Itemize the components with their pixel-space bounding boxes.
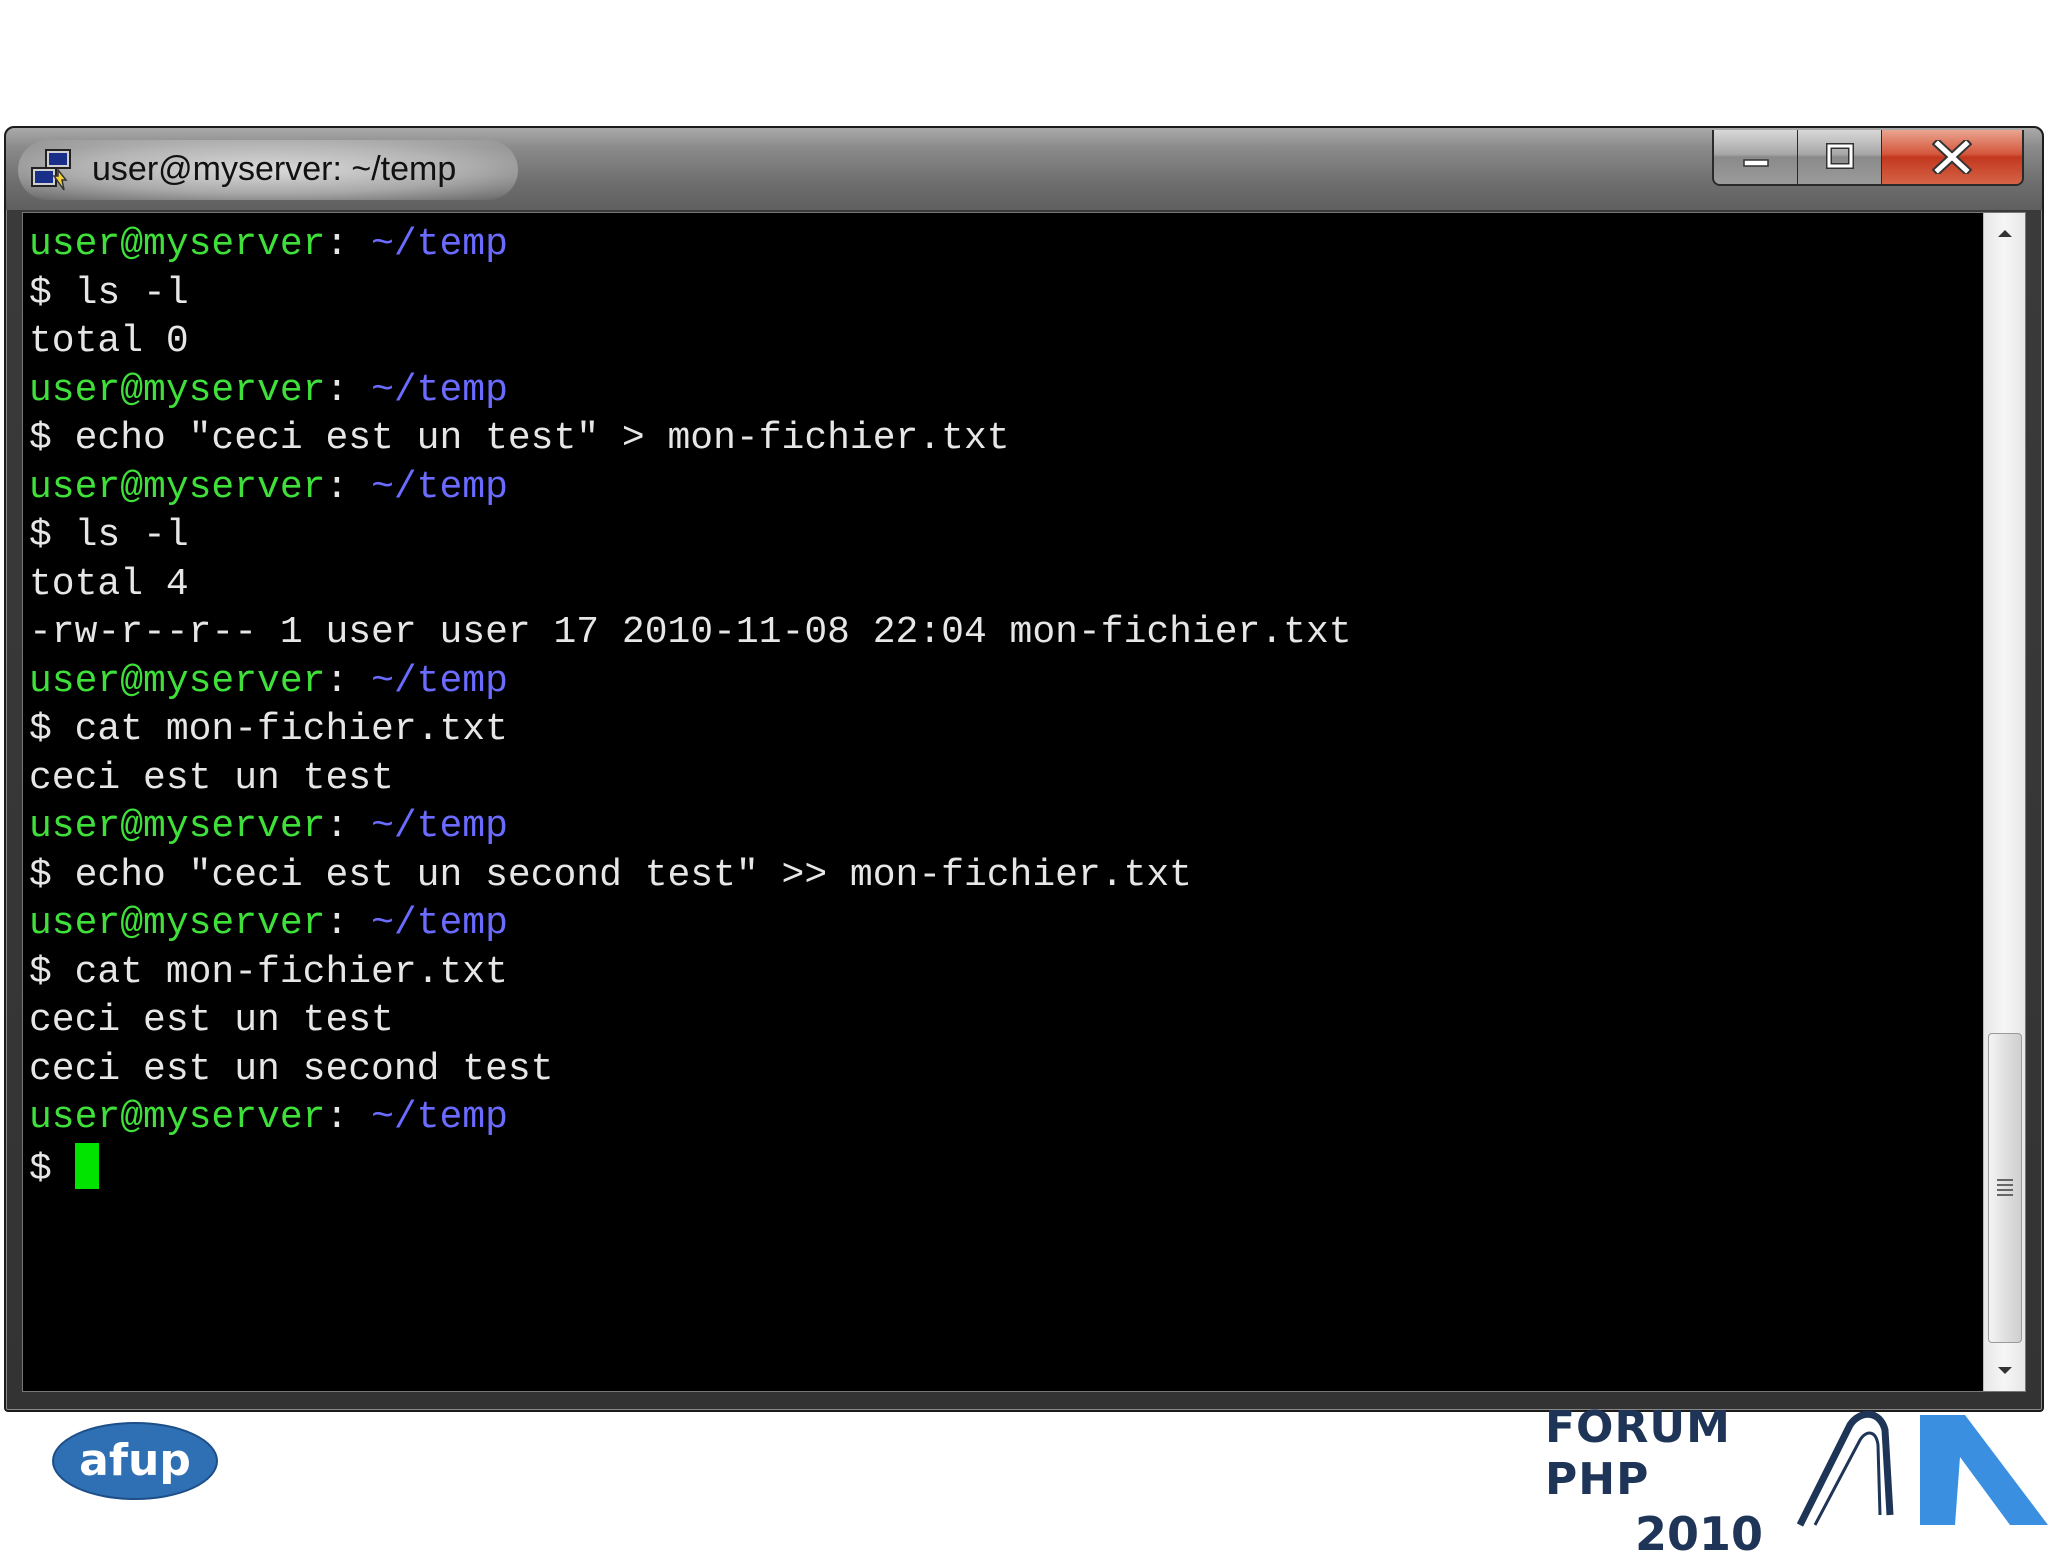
scroll-thumb[interactable]	[1988, 1033, 2022, 1343]
scroll-down-button[interactable]	[1984, 1351, 2025, 1391]
prompt-line: user@myserver: ~/temp	[29, 221, 1979, 270]
prompt-line: user@myserver: ~/temp	[29, 1094, 1979, 1143]
terminal-window: user@myserver: ~/temp user@myserver: ~/t…	[4, 126, 2044, 1412]
terminal-output[interactable]: user@myserver: ~/temp $ ls -l total 0 user@…	[29, 221, 1979, 1381]
arrow-up-icon	[1997, 230, 2012, 237]
text-cursor	[74, 1142, 99, 1189]
terminal-client-area[interactable]: user@myserver: ~/temp $ ls -l total 0 user@…	[22, 212, 2026, 1392]
output-line: $ cat mon-fichier.txt	[29, 708, 508, 751]
prompt-user: user@myserver	[29, 1096, 326, 1139]
output-line: $ ls -l	[29, 514, 189, 557]
close-icon	[1932, 140, 1972, 174]
input-prefix: $	[29, 1147, 75, 1191]
output-line: $ ls -l	[29, 271, 189, 315]
minimize-button[interactable]	[1714, 130, 1798, 184]
minimize-icon	[1742, 159, 1769, 167]
prompt-path: ~/temp	[371, 223, 508, 266]
prompt-separator: :	[325, 659, 372, 703]
title-bar[interactable]: user@myserver: ~/temp	[6, 128, 2042, 210]
prompt-line: user@myserver: ~/temp	[29, 900, 1979, 949]
input-line[interactable]: $	[29, 1142, 1979, 1192]
output-line: $ echo "ceci est un test" > mon-fichier.…	[29, 417, 1010, 460]
prompt-user: user@myserver	[29, 902, 326, 945]
putty-app-icon[interactable]	[28, 146, 76, 194]
prompt-user: user@myserver	[29, 368, 326, 412]
grip-icon	[1997, 1179, 2013, 1197]
prompt-line: user@myserver: ~/temp	[29, 367, 1979, 416]
caption-buttons	[1712, 130, 2024, 186]
prompt-user: user@myserver	[29, 465, 326, 509]
output-line: total 4	[29, 562, 189, 606]
afup-logo: afup	[52, 1422, 218, 1500]
prompt-user: user@myserver	[29, 805, 326, 848]
arrow-down-icon	[1997, 1367, 2012, 1374]
prompt-path: ~/temp	[371, 368, 508, 412]
prompt-separator: :	[325, 368, 372, 412]
output-line: ceci est un test	[29, 999, 394, 1042]
prompt-user: user@myserver	[29, 223, 326, 266]
prompt-line: user@myserver: ~/temp	[29, 464, 1979, 513]
output-line: total 0	[29, 320, 189, 363]
output-line: $ cat mon-fichier.txt	[29, 950, 508, 994]
prompt-user: user@myserver	[29, 659, 326, 703]
prompt-line: user@myserver: ~/temp	[29, 803, 1979, 852]
forum-php-graphic	[1796, 1410, 2048, 1527]
vertical-scrollbar[interactable]	[1983, 213, 2025, 1391]
prompt-separator: :	[325, 1096, 372, 1139]
maximize-button[interactable]	[1798, 130, 1882, 184]
prompt-path: ~/temp	[371, 805, 508, 848]
window-title: user@myserver: ~/temp	[92, 150, 457, 188]
scroll-up-button[interactable]	[1984, 213, 2025, 253]
output-line: ceci est un second test	[29, 1047, 554, 1091]
prompt-path: ~/temp	[371, 659, 508, 703]
output-line: $ echo "ceci est un second test" >> mon-…	[29, 853, 1192, 897]
afup-logo-text: afup	[79, 1435, 191, 1486]
prompt-path: ~/temp	[371, 465, 508, 509]
prompt-path: ~/temp	[371, 1096, 508, 1139]
prompt-separator: :	[325, 465, 372, 509]
output-line: ceci est un test	[29, 756, 394, 800]
prompt-separator: :	[325, 223, 372, 266]
output-line: -rw-r--r-- 1 user user 17 2010-11-08 22:…	[29, 611, 1352, 654]
maximize-icon	[1825, 143, 1854, 169]
prompt-line: user@myserver: ~/temp	[29, 658, 1979, 707]
close-button[interactable]	[1882, 130, 2022, 184]
prompt-separator: :	[325, 805, 372, 848]
prompt-separator: :	[325, 902, 372, 945]
prompt-path: ~/temp	[371, 902, 508, 945]
